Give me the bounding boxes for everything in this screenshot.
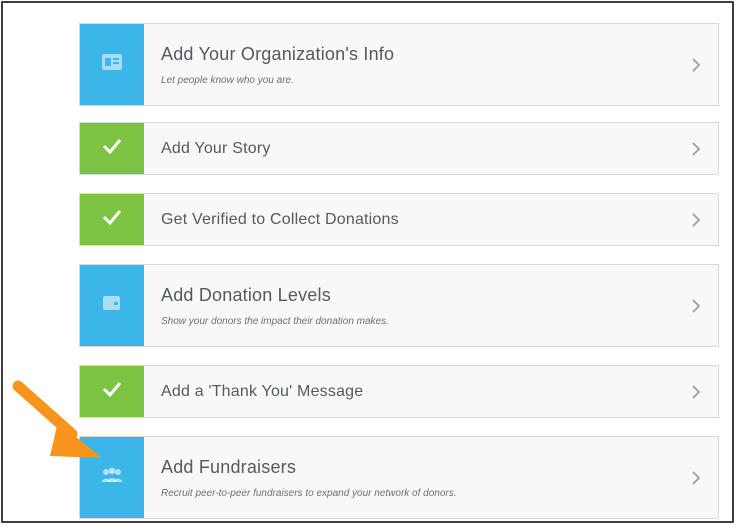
step-subtitle: Recruit peer-to-peer fundraisers to expa… [161, 487, 457, 499]
step-add-story[interactable]: Add Your Story [79, 122, 719, 175]
chevron-right-icon [674, 194, 718, 245]
step-icon-panel [80, 123, 144, 174]
people-icon [99, 467, 125, 488]
step-donation-levels[interactable]: Add Donation Levels Show your donors the… [79, 264, 719, 347]
step-organization-info[interactable]: Add Your Organization's Info Let people … [79, 23, 719, 106]
check-icon [102, 138, 122, 159]
step-icon-panel [80, 265, 144, 346]
step-icon-panel [80, 194, 144, 245]
chevron-right-icon [674, 265, 718, 346]
step-title: Get Verified to Collect Donations [161, 210, 399, 228]
step-title: Add Your Organization's Info [161, 43, 395, 64]
step-title: Add Donation Levels [161, 284, 331, 305]
chevron-right-icon [674, 366, 718, 417]
orange-arrow-icon [12, 380, 102, 458]
step-subtitle: Let people know who you are. [161, 74, 294, 86]
wallet-icon [102, 294, 122, 317]
step-add-fundraisers[interactable]: Add Fundraisers Recruit peer-to-peer fun… [79, 436, 719, 519]
step-get-verified[interactable]: Get Verified to Collect Donations [79, 193, 719, 246]
step-title: Add Your Story [161, 139, 271, 157]
step-icon-panel [80, 24, 144, 105]
check-icon [102, 209, 122, 230]
step-subtitle: Show your donors the impact their donati… [161, 315, 389, 327]
id-card-icon [101, 53, 123, 76]
step-thank-you-message[interactable]: Add a 'Thank You' Message [79, 365, 719, 418]
chevron-right-icon [674, 123, 718, 174]
chevron-right-icon [674, 437, 718, 518]
step-title: Add a 'Thank You' Message [161, 382, 364, 400]
step-title: Add Fundraisers [161, 456, 297, 477]
chevron-right-icon [674, 24, 718, 105]
